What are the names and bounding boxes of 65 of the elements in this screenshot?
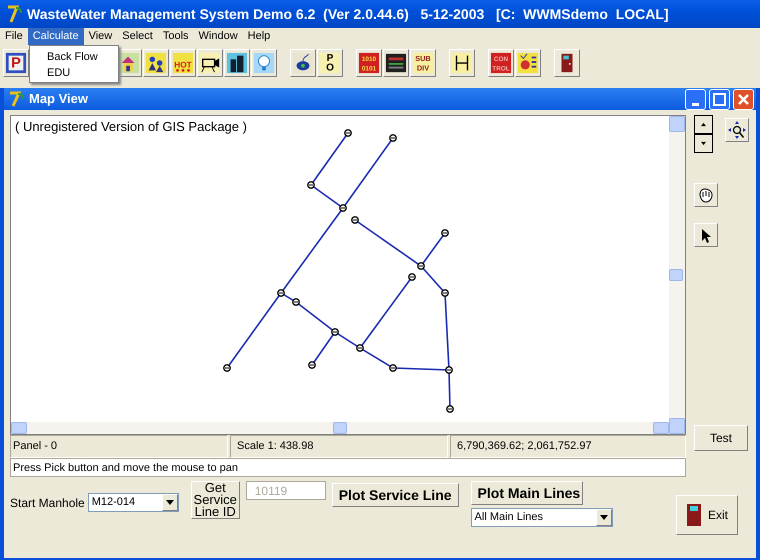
toolbar-button[interactable] xyxy=(290,49,316,77)
caret-icon xyxy=(166,500,174,505)
main-lines-value: All Main Lines xyxy=(474,510,544,526)
start-manhole-value: M12-014 xyxy=(90,495,136,510)
pointer-icon xyxy=(700,228,712,243)
pointer-button[interactable] xyxy=(694,223,718,247)
menu-item[interactable]: Select xyxy=(117,28,158,45)
plot-service-line-button[interactable]: Plot Service Line xyxy=(332,483,459,507)
caret-icon xyxy=(600,515,608,520)
door-icon xyxy=(686,503,702,527)
toolbar-button[interactable] xyxy=(197,49,223,77)
toolbar-button[interactable] xyxy=(515,49,541,77)
start-manhole-dropdown[interactable]: M12-014 xyxy=(88,493,179,512)
maximize-icon xyxy=(713,92,726,106)
status-coordinates: 6,790,369.62; 2,061,752.97 xyxy=(450,435,686,458)
control-panel-icon xyxy=(385,51,407,75)
building-icon xyxy=(226,51,248,75)
checklist-icon xyxy=(517,51,539,75)
menu-item[interactable]: Help xyxy=(242,28,276,45)
toolbar-button[interactable] xyxy=(383,49,409,77)
zoom-button[interactable] xyxy=(725,118,749,142)
minimize-icon xyxy=(692,102,699,106)
scroll-thumb[interactable] xyxy=(333,422,347,434)
window-title: WasteWater Management System Demo 6.2 (Ver 2.0.44.6) 5-12-2003 [C: WWMSdemo LOCAL] xyxy=(27,4,669,24)
menu-item[interactable]: Tools xyxy=(158,28,194,45)
app-logo-icon xyxy=(6,4,24,24)
up-arrow-icon xyxy=(701,121,706,128)
start-manhole-label: Start Manhole xyxy=(10,494,85,512)
house-icon xyxy=(118,51,140,75)
light-bulb-icon xyxy=(253,51,275,75)
pan-button[interactable] xyxy=(694,183,718,207)
notice-text: ( Unregistered Version of GIS Package ) xyxy=(14,118,248,132)
test-button[interactable]: Test xyxy=(694,425,748,451)
toolbar-button[interactable] xyxy=(143,49,169,77)
scroll-thumb[interactable] xyxy=(669,269,683,281)
toolbar-button[interactable] xyxy=(224,49,250,77)
minimize-button[interactable] xyxy=(685,88,706,110)
camera-icon xyxy=(199,51,221,75)
zoom-icon xyxy=(727,120,747,140)
message-field: Press Pick button and move the mouse to pan xyxy=(10,458,686,477)
menu-item[interactable]: Window xyxy=(194,28,243,45)
people-icon xyxy=(145,51,167,75)
plot-main-lines-button[interactable]: Plot Main Lines xyxy=(470,481,583,505)
exit-button[interactable]: Exit xyxy=(676,495,738,535)
app-logo-icon xyxy=(8,90,26,108)
toolbar-button[interactable] xyxy=(449,49,475,77)
window-title: Map View xyxy=(29,90,90,108)
menu-item[interactable]: EDU xyxy=(30,65,118,81)
menu-item[interactable]: View xyxy=(84,28,118,45)
mouse-icon xyxy=(292,51,314,75)
main-lines-dropdown[interactable]: All Main Lines xyxy=(470,508,613,527)
scroll-up-button[interactable] xyxy=(694,115,713,134)
close-icon xyxy=(738,94,749,104)
status-panel: Panel - 0 xyxy=(10,435,228,458)
menu-item[interactable]: Back Flow xyxy=(30,49,118,65)
network-icon xyxy=(451,51,473,75)
status-scale: Scale 1: 438.98 xyxy=(230,435,448,458)
toolbar-button[interactable] xyxy=(554,49,580,77)
maximize-button[interactable] xyxy=(709,88,730,110)
scroll-down-button[interactable] xyxy=(694,134,713,153)
menu-item[interactable]: Calculate xyxy=(28,28,84,45)
down-arrow-icon xyxy=(701,140,706,147)
close-button[interactable] xyxy=(733,88,754,110)
get-service-line-id-button[interactable]: Get Service Line ID xyxy=(190,481,240,519)
menu-item[interactable]: File xyxy=(0,28,28,45)
